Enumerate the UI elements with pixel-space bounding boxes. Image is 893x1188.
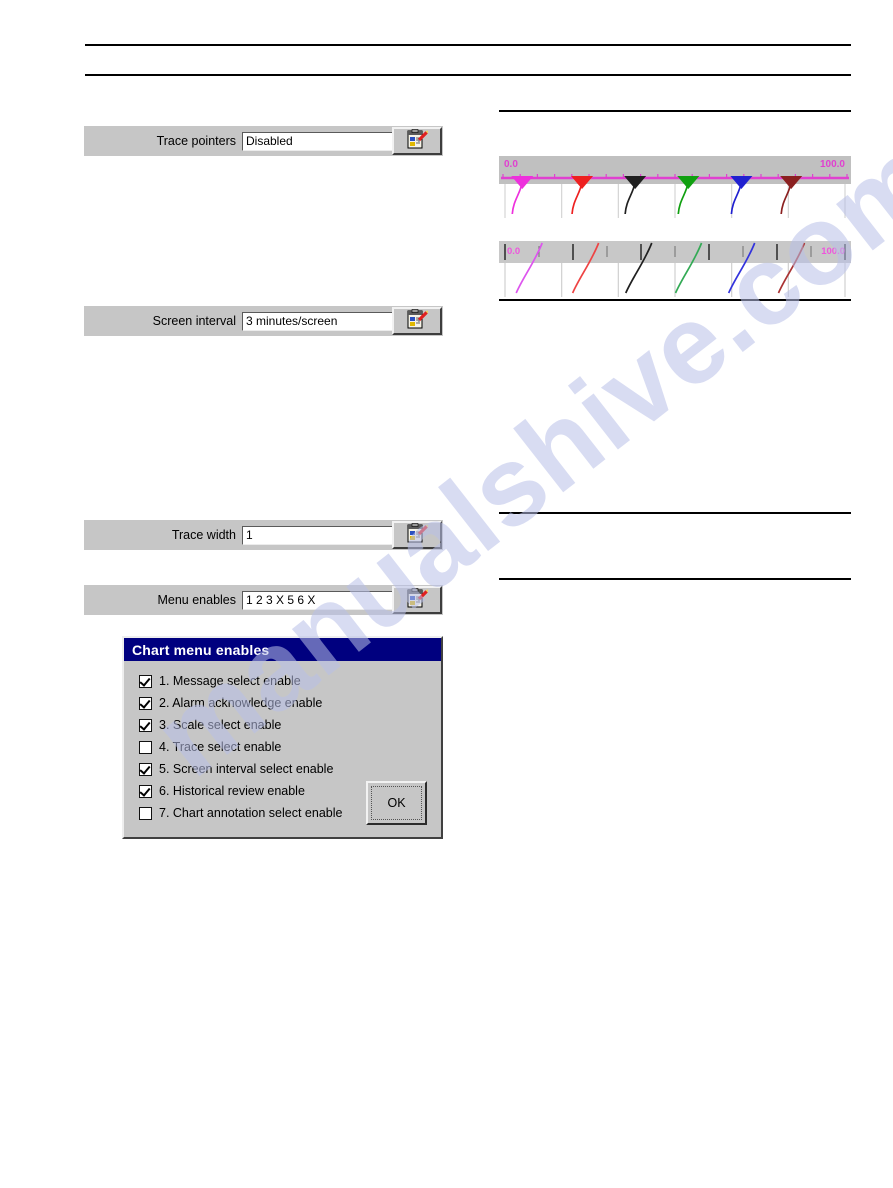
chart-trace-pointers-disabled: 0.0 100.0 — [499, 241, 851, 297]
setting-row-trace-width: Trace width 1 — [84, 520, 443, 550]
checkbox-label-message-select: 1. Message select enable — [159, 674, 301, 688]
checkbox-label-screen-interval-select: 5. Screen interval select enable — [159, 762, 334, 776]
setting-row-trace-pointers: Trace pointers Disabled — [84, 126, 443, 156]
checkbox-trace-select[interactable] — [139, 740, 152, 754]
right-column-rule-1 — [499, 110, 851, 112]
header-rule-top — [85, 44, 851, 46]
setting-input-screen-interval[interactable]: 3 minutes/screen — [242, 311, 394, 331]
checkbox-historical-review[interactable] — [139, 784, 152, 798]
setting-input-trace-pointers[interactable]: Disabled — [242, 131, 394, 151]
setting-input-trace-width[interactable]: 1 — [242, 525, 394, 545]
dialog-title: Chart menu enables — [132, 641, 270, 658]
edit-button-trace-pointers[interactable] — [392, 127, 442, 155]
checkbox-label-trace-select: 4. Trace select enable — [159, 740, 282, 754]
checkbox-row-screen-interval-select[interactable]: 5. Screen interval select enable — [139, 758, 441, 780]
setting-input-menu-enables[interactable]: 1 2 3 X 5 6 X — [242, 590, 394, 610]
checkbox-message-select[interactable] — [139, 674, 152, 688]
clipboard-pencil-icon — [406, 128, 429, 155]
checkbox-label-historical-review: 6. Historical review enable — [159, 784, 305, 798]
setting-row-menu-enables: Menu enables 1 2 3 X 5 6 X — [84, 585, 443, 615]
dialog-titlebar: Chart menu enables — [124, 638, 441, 661]
checkbox-row-alarm-acknowledge[interactable]: 2. Alarm acknowledge enable — [139, 692, 441, 714]
ok-button-label: OK — [387, 796, 406, 810]
edit-button-trace-width[interactable] — [392, 521, 442, 549]
svg-text:0.0: 0.0 — [504, 159, 518, 170]
checkbox-label-scale-select: 3. Scale select enable — [159, 718, 282, 732]
clipboard-pencil-icon — [406, 308, 429, 335]
checkbox-screen-interval-select[interactable] — [139, 762, 152, 776]
checkbox-label-chart-annotation-select: 7. Chart annotation select enable — [159, 806, 343, 820]
checkbox-chart-annotation-select[interactable] — [139, 806, 152, 820]
edit-button-menu-enables[interactable] — [392, 586, 442, 614]
clipboard-pencil-icon — [406, 587, 429, 614]
ok-button[interactable]: OK — [366, 781, 427, 825]
svg-text:0.0: 0.0 — [507, 246, 520, 257]
svg-text:100.0: 100.0 — [820, 159, 845, 170]
chart-trace-pointers-enabled: 0.0 100.0 — [499, 156, 851, 218]
ok-button-focus-ring: OK — [371, 786, 422, 820]
checkbox-row-scale-select[interactable]: 3. Scale select enable — [139, 714, 441, 736]
header-rule-bottom — [85, 74, 851, 76]
checkbox-row-message-select[interactable]: 1. Message select enable — [139, 670, 441, 692]
edit-button-screen-interval[interactable] — [392, 307, 442, 335]
setting-row-screen-interval: Screen interval 3 minutes/screen — [84, 306, 443, 336]
setting-label-screen-interval: Screen interval — [152, 314, 236, 328]
setting-label-menu-enables: Menu enables — [157, 593, 236, 607]
checkbox-scale-select[interactable] — [139, 718, 152, 732]
right-column-rule-3 — [499, 512, 851, 514]
right-column-rule-4 — [499, 578, 851, 580]
setting-label-trace-pointers: Trace pointers — [156, 134, 236, 148]
clipboard-pencil-icon — [406, 522, 429, 549]
right-column-rule-2 — [499, 299, 851, 301]
chart-menu-enables-dialog: Chart menu enables 1. Message select ena… — [122, 636, 443, 839]
setting-label-trace-width: Trace width — [171, 528, 236, 542]
checkbox-row-trace-select[interactable]: 4. Trace select enable — [139, 736, 441, 758]
svg-text:100.0: 100.0 — [821, 246, 845, 257]
dialog-body: 1. Message select enable 2. Alarm acknow… — [124, 661, 441, 837]
checkbox-label-alarm-acknowledge: 2. Alarm acknowledge enable — [159, 696, 323, 710]
checkbox-alarm-acknowledge[interactable] — [139, 696, 152, 710]
